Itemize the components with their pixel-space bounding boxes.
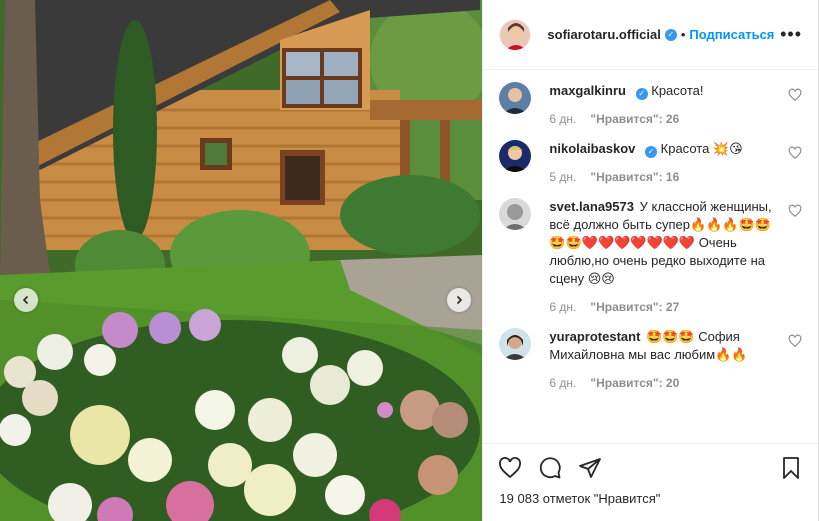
garden-house-image — [0, 0, 483, 521]
post-actions-bar — [483, 443, 818, 491]
like-comment-heart-icon[interactable] — [788, 88, 802, 102]
paper-plane-icon — [579, 457, 602, 478]
comment-item: maxgalkinru ✓ Красота! 6 дн. "Нравится":… — [499, 82, 802, 128]
more-options-icon[interactable]: ••• — [780, 24, 802, 45]
commenter-avatar[interactable] — [499, 82, 532, 114]
commenter-avatar[interactable] — [499, 140, 532, 172]
comment-likes[interactable]: "Нравится": 26 — [590, 110, 679, 128]
comment-text: Красота! — [651, 83, 704, 98]
like-comment-heart-icon[interactable] — [788, 334, 802, 348]
commenter-avatar-image — [499, 328, 532, 360]
comment-item: nikolaibaskov ✓ Красота 💥😘 5 дн. "Нравит… — [499, 140, 802, 186]
comment-likes[interactable]: "Нравится": 16 — [590, 168, 679, 186]
commenter-avatar[interactable] — [499, 198, 532, 230]
follow-button[interactable]: Подписаться — [689, 27, 774, 42]
post-header: sofiarotaru.official ✓ • Подписаться ••• — [483, 0, 818, 70]
commenter-username[interactable]: nikolaibaskov — [549, 141, 635, 156]
comment-item: yuraprotestant 🤩🤩🤩 София Михайловна мы в… — [499, 328, 802, 392]
comment-meta: 6 дн. "Нравится": 20 — [549, 374, 780, 392]
chevron-left-icon — [22, 295, 29, 305]
comment-meta: 5 дн. "Нравится": 16 — [549, 168, 780, 186]
save-button[interactable] — [778, 455, 804, 481]
verified-badge-icon: ✓ — [664, 28, 677, 41]
author-avatar-image — [500, 19, 531, 50]
comment-meta: 6 дн. "Нравится": 26 — [549, 110, 780, 128]
header-separator: • — [680, 27, 686, 42]
author-username[interactable]: sofiarotaru.official — [547, 27, 660, 42]
like-button[interactable] — [497, 455, 523, 481]
comment-time[interactable]: 6 дн. — [549, 374, 576, 392]
post-side-panel: sofiarotaru.official ✓ • Подписаться •••… — [482, 0, 818, 521]
comments-list: maxgalkinru ✓ Красота! 6 дн. "Нравится":… — [483, 70, 818, 443]
like-comment-heart-icon[interactable] — [788, 204, 802, 218]
comment-text: Красота 💥😘 — [660, 141, 743, 156]
post-photo[interactable] — [0, 0, 483, 521]
bookmark-icon — [783, 456, 799, 479]
comment-item: svet.lana9573 У классной женщины, всё до… — [499, 198, 802, 316]
comment-body: nikolaibaskov ✓ Красота 💥😘 5 дн. "Нравит… — [549, 140, 802, 186]
share-button[interactable] — [577, 455, 603, 481]
comment-body: svet.lana9573 У классной женщины, всё до… — [549, 198, 802, 316]
comment-body: maxgalkinru ✓ Красота! 6 дн. "Нравится":… — [549, 82, 802, 128]
commenter-username[interactable]: maxgalkinru — [549, 83, 626, 98]
comment-meta: 6 дн. "Нравится": 27 — [549, 298, 780, 316]
comment-time[interactable]: 6 дн. — [549, 110, 576, 128]
chevron-right-icon — [456, 295, 463, 305]
commenter-avatar-image — [499, 140, 532, 172]
heart-icon — [499, 456, 522, 478]
author-avatar[interactable] — [499, 18, 532, 51]
comment-likes[interactable]: "Нравится": 20 — [590, 374, 679, 392]
comment-likes[interactable]: "Нравится": 27 — [590, 298, 679, 316]
commenter-username[interactable]: yuraprotestant — [549, 329, 640, 344]
next-photo-button[interactable] — [447, 288, 471, 312]
likes-count[interactable]: 19 083 отметок "Нравится" — [483, 491, 818, 521]
comment-body: yuraprotestant 🤩🤩🤩 София Михайловна мы в… — [549, 328, 802, 392]
verified-badge-icon: ✓ — [645, 146, 658, 158]
commenter-avatar-image — [499, 82, 532, 114]
comment-time[interactable]: 6 дн. — [549, 298, 576, 316]
commenter-avatar-image — [499, 198, 532, 230]
commenter-username[interactable]: svet.lana9573 — [549, 199, 634, 214]
comment-time[interactable]: 5 дн. — [549, 168, 576, 186]
comment-button[interactable] — [537, 455, 563, 481]
like-comment-heart-icon[interactable] — [788, 146, 802, 160]
verified-badge-icon: ✓ — [635, 88, 648, 100]
commenter-avatar[interactable] — [499, 328, 532, 360]
instagram-post: sofiarotaru.official ✓ • Подписаться •••… — [0, 0, 819, 521]
comment-bubble-icon — [540, 456, 562, 478]
previous-photo-button[interactable] — [14, 288, 38, 312]
